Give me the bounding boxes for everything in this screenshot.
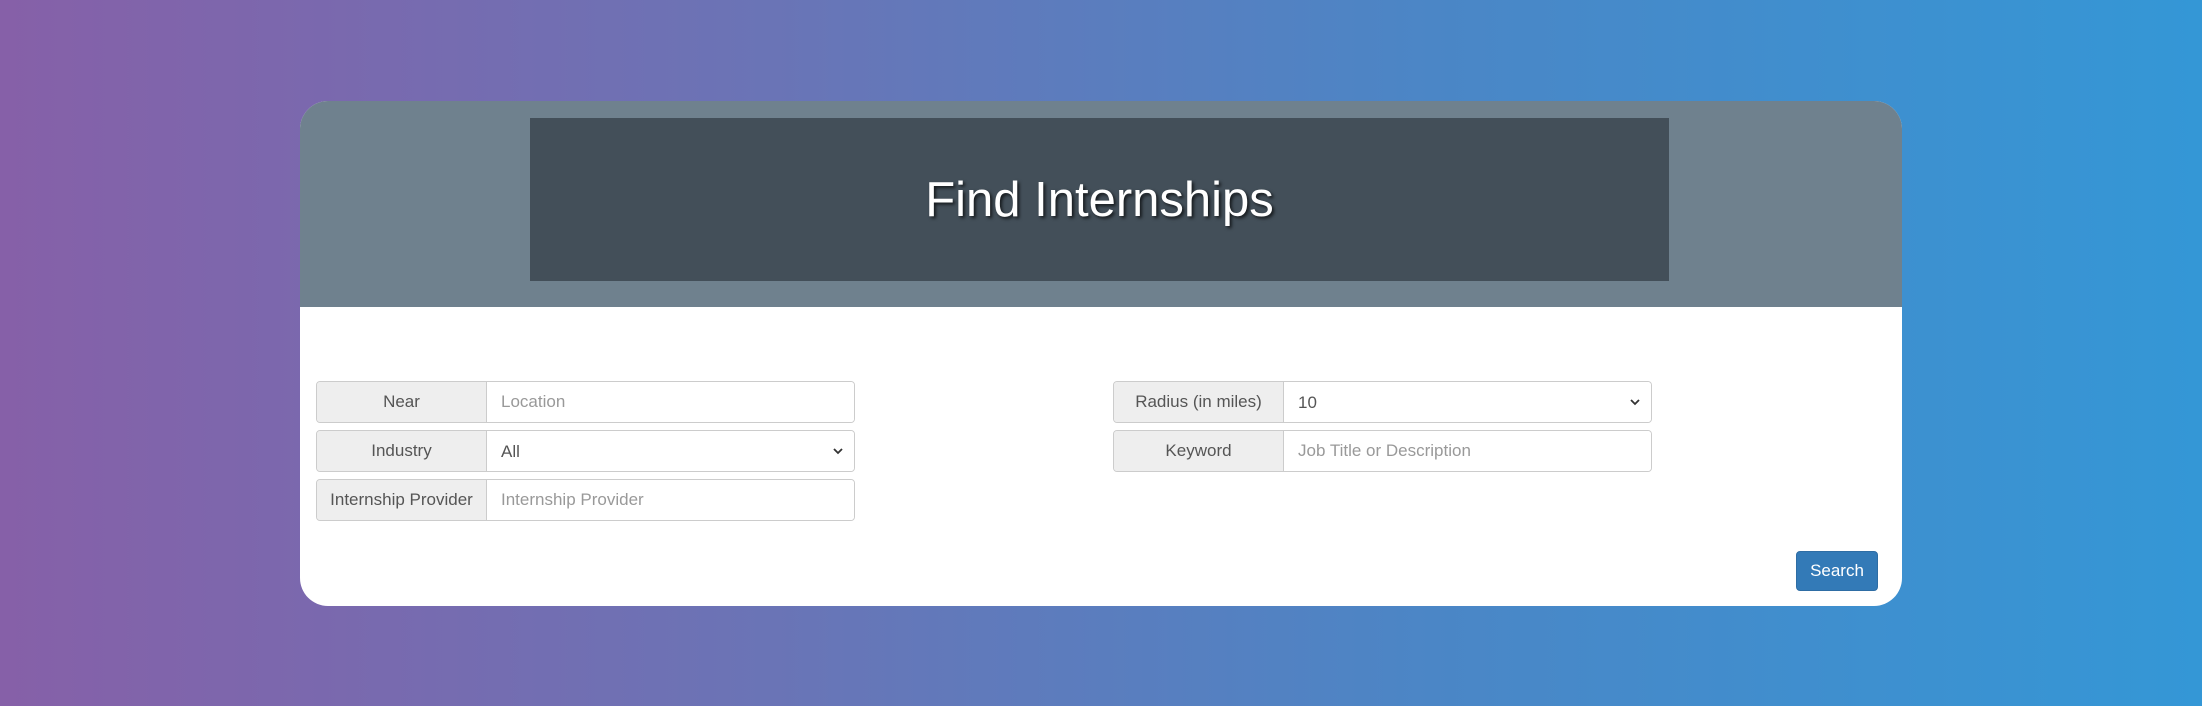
keyword-field: Keyword [1113, 430, 1652, 472]
industry-label: Industry [317, 431, 487, 471]
radius-select[interactable]: 10 [1284, 382, 1651, 422]
keyword-label: Keyword [1114, 431, 1284, 471]
keyword-input[interactable] [1284, 431, 1651, 471]
near-field: Near [316, 381, 855, 423]
provider-input[interactable] [487, 480, 854, 520]
provider-field: Internship Provider [316, 479, 855, 521]
provider-label: Internship Provider [317, 480, 487, 520]
industry-select[interactable]: All [487, 431, 854, 471]
industry-field: Industry All [316, 430, 855, 472]
title-banner: Find Internships [530, 118, 1669, 281]
search-card: Find Internships Near Radius (in miles) … [300, 101, 1902, 606]
card-header: Find Internships [300, 101, 1902, 307]
location-input[interactable] [487, 382, 854, 422]
radius-field: Radius (in miles) 10 [1113, 381, 1652, 423]
search-button[interactable]: Search [1796, 551, 1878, 591]
radius-label: Radius (in miles) [1114, 382, 1284, 422]
near-label: Near [317, 382, 487, 422]
page-title: Find Internships [925, 172, 1274, 227]
